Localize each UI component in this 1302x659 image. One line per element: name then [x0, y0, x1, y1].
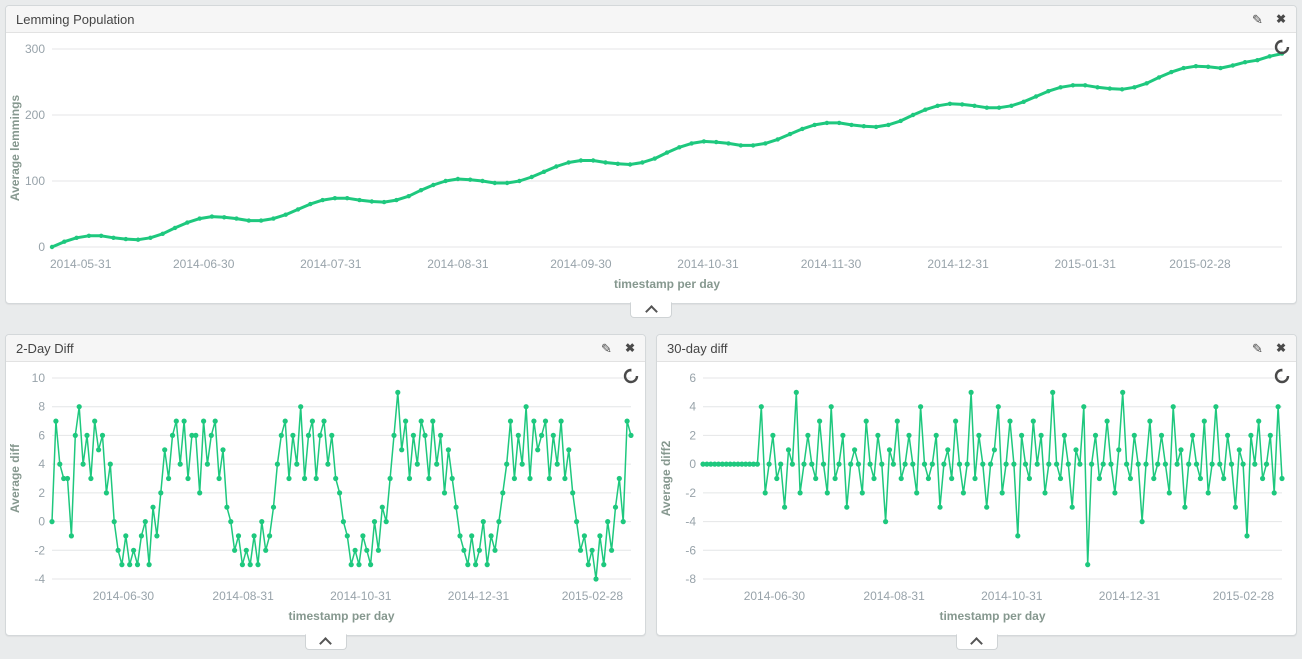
- svg-text:2015-02-28: 2015-02-28: [1169, 257, 1231, 271]
- svg-text:-6: -6: [685, 543, 696, 557]
- panel-header: 2-Day Diff ✎ ✖: [6, 335, 645, 362]
- chevron-up-icon: [970, 637, 983, 650]
- svg-text:2015-02-28: 2015-02-28: [562, 589, 624, 603]
- panel-actions: ✎ ✖: [1239, 13, 1286, 26]
- svg-text:2015-01-31: 2015-01-31: [1055, 257, 1117, 271]
- collapse-panel-button[interactable]: [630, 302, 672, 318]
- svg-text:2014-06-30: 2014-06-30: [744, 589, 806, 603]
- svg-text:2014-05-31: 2014-05-31: [50, 257, 112, 271]
- chevron-up-icon: [319, 637, 332, 650]
- chart-svg: -4 -2 0 2 4 6 8 10 2014-06-30 2014-08-31 2014-10-3…: [6, 362, 645, 635]
- svg-text:300: 300: [25, 42, 45, 56]
- svg-text:6: 6: [38, 428, 45, 442]
- svg-text:2: 2: [689, 428, 696, 442]
- svg-text:0: 0: [689, 457, 696, 471]
- svg-text:Average diff2: Average diff2: [659, 440, 673, 516]
- panel-title: 30-day diff: [667, 341, 727, 356]
- chart-svg: -8 -6 -4 -2 0 2 4 6 2014-06-30 2014-08-31 2014-10-…: [657, 362, 1296, 635]
- history-icon-svg: [1274, 368, 1290, 384]
- svg-text:2014-10-31: 2014-10-31: [677, 257, 739, 271]
- panel-30-day-diff: 30-day diff ✎ ✖ -8 -6 -4 -2 0 2 4 6 2014-06-30 20…: [656, 334, 1297, 636]
- svg-text:-4: -4: [34, 572, 45, 586]
- svg-text:0: 0: [38, 515, 45, 529]
- svg-text:2014-06-30: 2014-06-30: [93, 589, 155, 603]
- thirty-day-diff-chart: -8 -6 -4 -2 0 2 4 6 2014-06-30 2014-08-31 2014-10-…: [657, 362, 1296, 635]
- svg-text:2014-08-31: 2014-08-31: [863, 589, 925, 603]
- svg-text:2014-12-31: 2014-12-31: [1099, 589, 1161, 603]
- svg-text:2014-06-30: 2014-06-30: [173, 257, 235, 271]
- chart-svg: 0 100 200 300 2014-05-31 2014-06-30 2014-07-31…: [6, 33, 1296, 303]
- svg-text:-4: -4: [685, 515, 696, 529]
- svg-text:-2: -2: [34, 543, 45, 557]
- svg-text:2014-07-31: 2014-07-31: [300, 257, 362, 271]
- history-icon[interactable]: [1274, 39, 1290, 55]
- history-icon[interactable]: [623, 368, 639, 384]
- lemming-population-chart: 0 100 200 300 2014-05-31 2014-06-30 2014-07-31…: [6, 33, 1296, 303]
- svg-text:timestamp per day: timestamp per day: [939, 609, 1045, 623]
- svg-text:0: 0: [38, 240, 45, 254]
- collapse-panel-button[interactable]: [305, 634, 347, 650]
- svg-text:2014-08-31: 2014-08-31: [212, 589, 274, 603]
- two-day-diff-chart: -4 -2 0 2 4 6 8 10 2014-06-30 2014-08-31 2014-10-3…: [6, 362, 645, 635]
- svg-text:timestamp per day: timestamp per day: [614, 277, 720, 291]
- history-icon-svg: [1274, 39, 1290, 55]
- edit-panel-icon[interactable]: ✎: [1252, 342, 1263, 355]
- chevron-up-icon: [645, 305, 658, 318]
- panel-header: Lemming Population ✎ ✖: [6, 6, 1296, 33]
- dashboard: Lemming Population ✎ ✖ 01002003002014-05…: [0, 0, 1302, 641]
- svg-text:-2: -2: [685, 486, 696, 500]
- panel-actions: ✎ ✖: [588, 342, 635, 355]
- svg-text:2014-08-31: 2014-08-31: [427, 257, 489, 271]
- panel-lemming-population: Lemming Population ✎ ✖ 0 100 200 300 2014-05…: [5, 5, 1297, 304]
- panel-actions: ✎ ✖: [1239, 342, 1286, 355]
- svg-text:2014-10-31: 2014-10-31: [981, 589, 1043, 603]
- history-icon[interactable]: [1274, 368, 1290, 384]
- close-panel-icon[interactable]: ✖: [625, 342, 635, 354]
- panel-title: 2-Day Diff: [16, 341, 74, 356]
- svg-text:4: 4: [689, 400, 696, 414]
- edit-panel-icon[interactable]: ✎: [601, 342, 612, 355]
- svg-text:2014-10-31: 2014-10-31: [330, 589, 392, 603]
- svg-text:10: 10: [32, 371, 46, 385]
- panel-header: 30-day diff ✎ ✖: [657, 335, 1296, 362]
- panel-title: Lemming Population: [16, 12, 135, 27]
- svg-text:Average lemmings: Average lemmings: [8, 95, 22, 202]
- svg-text:8: 8: [38, 400, 45, 414]
- svg-text:6: 6: [689, 371, 696, 385]
- svg-text:-8: -8: [685, 572, 696, 586]
- history-icon-svg: [623, 368, 639, 384]
- panel-2-day-diff: 2-Day Diff ✎ ✖ -4 -2 0 2 4 6 8 10 2014-06-30 2014…: [5, 334, 646, 636]
- svg-text:Average diff: Average diff: [8, 443, 22, 513]
- svg-text:2014-11-30: 2014-11-30: [801, 257, 862, 271]
- svg-text:2014-09-30: 2014-09-30: [550, 257, 612, 271]
- svg-text:2015-02-28: 2015-02-28: [1213, 589, 1275, 603]
- close-panel-icon[interactable]: ✖: [1276, 13, 1286, 25]
- svg-text:timestamp per day: timestamp per day: [288, 609, 394, 623]
- svg-text:2014-12-31: 2014-12-31: [927, 257, 989, 271]
- svg-text:2014-12-31: 2014-12-31: [448, 589, 510, 603]
- svg-text:4: 4: [38, 457, 45, 471]
- bottom-row: 2-Day Diff ✎ ✖ -4 -2 0 2 4 6 8 10 2014-06-30 2014…: [5, 334, 1297, 636]
- collapse-panel-button[interactable]: [956, 634, 998, 650]
- edit-panel-icon[interactable]: ✎: [1252, 13, 1263, 26]
- svg-text:2: 2: [38, 486, 45, 500]
- svg-text:200: 200: [25, 108, 45, 122]
- close-panel-icon[interactable]: ✖: [1276, 342, 1286, 354]
- svg-text:100: 100: [25, 174, 45, 188]
